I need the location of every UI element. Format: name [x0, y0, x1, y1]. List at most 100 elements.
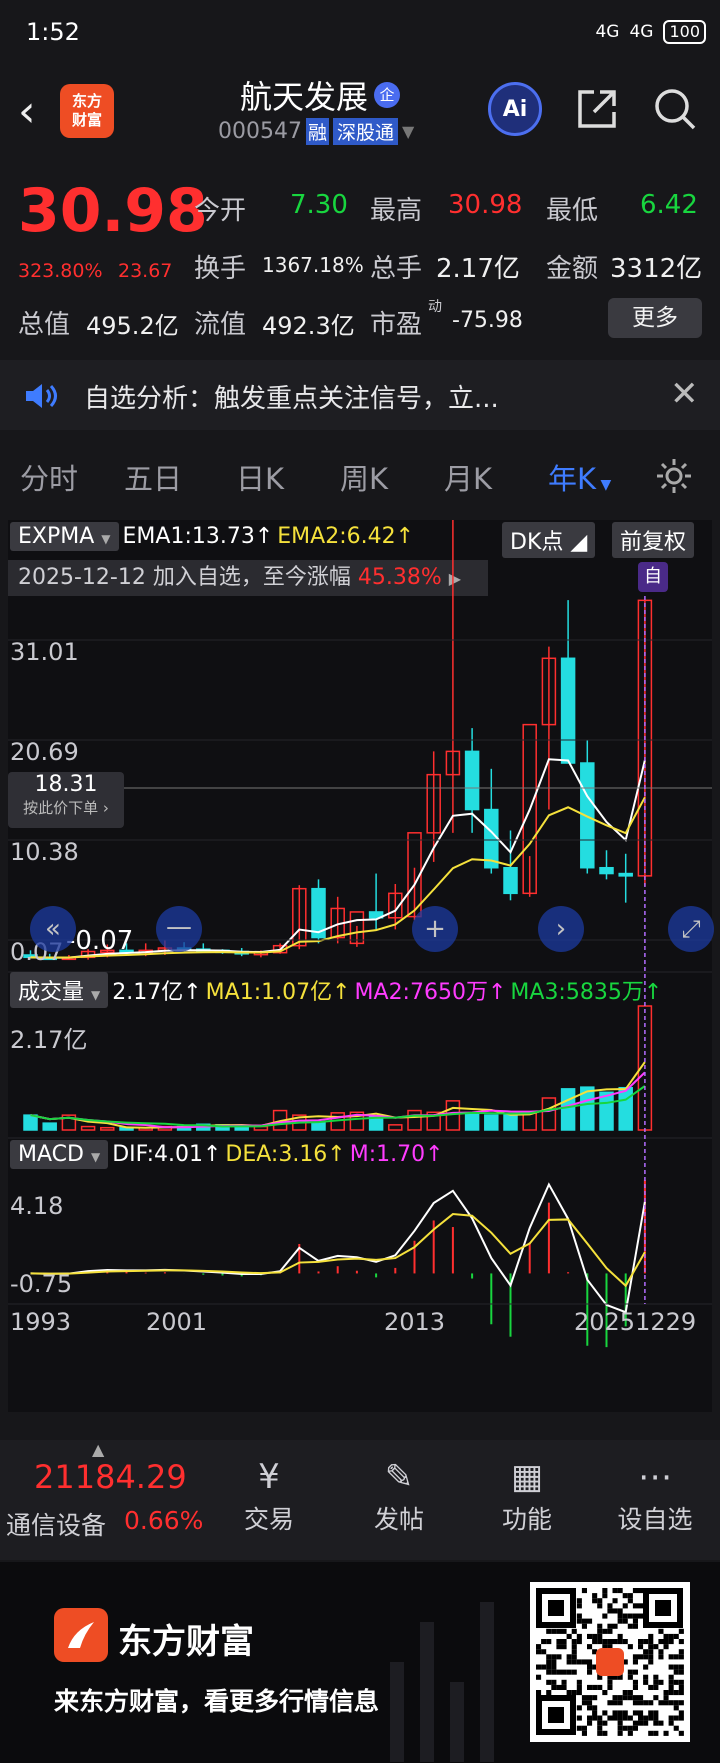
zoom-out-icon[interactable]: —: [156, 906, 202, 952]
quote-panel: 30.98 323.80% 23.67 今开 7.30 最高 30.98 最低 …: [0, 168, 720, 348]
qr-module: [658, 1639, 664, 1645]
qr-module: [632, 1654, 638, 1660]
qr-module: [597, 1633, 603, 1639]
qr-module: [592, 1593, 598, 1599]
volume-ma1: MA1:1.07亿↑: [205, 980, 351, 1005]
qr-module: [602, 1593, 608, 1599]
qr-module: [556, 1669, 562, 1675]
search-icon[interactable]: [650, 84, 700, 134]
qr-module: [576, 1633, 582, 1639]
candle-body: [560, 657, 576, 764]
qr-module: [587, 1720, 593, 1726]
chevron-down-icon: ▼: [596, 477, 612, 493]
open-label: 今开: [194, 196, 247, 226]
chevron-down-icon[interactable]: ▼: [402, 122, 414, 141]
qr-module: [561, 1628, 567, 1634]
index-value[interactable]: 21184.29: [34, 1458, 187, 1496]
back-icon[interactable]: ‹: [18, 86, 36, 137]
qr-module: [627, 1644, 633, 1650]
trade-button[interactable]: ¥ 交易: [214, 1454, 324, 1536]
qr-module: [551, 1654, 557, 1660]
qr-module: [632, 1588, 638, 1594]
qr-module: [587, 1715, 593, 1721]
qr-module: [668, 1679, 674, 1685]
qr-module: [678, 1690, 684, 1696]
turnover-label: 换手: [194, 254, 247, 284]
scroll-left-icon[interactable]: «: [30, 906, 76, 952]
zoom-in-icon[interactable]: +: [412, 906, 458, 952]
tab-five-day[interactable]: 五日: [124, 456, 182, 498]
scroll-right-icon[interactable]: ›: [538, 906, 584, 952]
index-name: 通信设备: [6, 1511, 107, 1540]
qr-module: [546, 1664, 552, 1670]
qr-module: [638, 1715, 644, 1721]
share-icon[interactable]: [572, 84, 622, 134]
qr-module: [627, 1623, 633, 1629]
qr-module: [551, 1679, 557, 1685]
fullscreen-icon[interactable]: ⤢: [668, 906, 714, 952]
brand-name: 东方财富: [118, 1622, 254, 1662]
app-logo[interactable]: 东方 财富: [60, 84, 114, 138]
function-button[interactable]: ▦ 功能: [472, 1454, 582, 1536]
qr-module: [617, 1618, 623, 1624]
crosshair-price-box[interactable]: 18.31 按此价下单 ›: [8, 772, 124, 828]
bottom-toolbar: ▲ 21184.29 通信设备 0.66% ¥ 交易 ✎ 发帖 ▦ 功能 ⋯ 设…: [0, 1440, 720, 1560]
tab-monthly[interactable]: 月K: [444, 456, 492, 498]
qr-logo: [596, 1648, 624, 1676]
more-button[interactable]: 更多: [608, 298, 702, 338]
qr-module: [627, 1613, 633, 1619]
volume-select[interactable]: 成交量 ▼: [10, 972, 109, 1008]
qr-module: [597, 1720, 603, 1726]
qr-module: [622, 1725, 628, 1731]
qr-module: [602, 1639, 608, 1645]
qr-module: [627, 1730, 633, 1736]
qr-module: [648, 1644, 654, 1650]
macd-y-top: 4.18: [10, 1192, 64, 1220]
qr-module: [607, 1679, 613, 1685]
close-icon[interactable]: ✕: [670, 374, 699, 414]
qr-module: [632, 1679, 638, 1685]
amount-label: 金额: [546, 254, 599, 284]
qr-module: [627, 1690, 633, 1696]
qr-module: [617, 1700, 623, 1706]
qr-module: [673, 1633, 679, 1639]
ai-button[interactable]: Ai: [488, 82, 542, 136]
qr-module: [653, 1674, 659, 1680]
grid-icon: ▦: [510, 1457, 544, 1497]
qr-module: [576, 1598, 582, 1604]
qr-module: [632, 1720, 638, 1726]
qr-module: [653, 1720, 659, 1726]
qr-module: [551, 1669, 557, 1675]
add-watchlist-button[interactable]: ⋯ 设自选: [600, 1454, 710, 1536]
qr-module: [638, 1695, 644, 1701]
post-button[interactable]: ✎ 发帖: [344, 1454, 454, 1536]
qr-module: [617, 1695, 623, 1701]
kline-chart-area[interactable]: EXPMA ▼ EMA1:13.73↑ EMA2:6.42↑ DK点 ◢ 前复权…: [8, 520, 714, 1412]
tab-weekly[interactable]: 周K: [340, 456, 388, 498]
y-label-3: 10.38: [10, 838, 79, 866]
qr-module: [638, 1613, 644, 1619]
qr-module: [632, 1710, 638, 1716]
tab-daily[interactable]: 日K: [236, 456, 284, 498]
qr-module: [643, 1664, 649, 1670]
gear-icon[interactable]: [654, 456, 694, 496]
qr-module: [607, 1603, 613, 1609]
tab-intraday[interactable]: 分时: [20, 456, 78, 498]
candle-body: [503, 866, 518, 895]
qr-module: [566, 1690, 572, 1696]
qr-module: [612, 1598, 618, 1604]
qr-module: [643, 1715, 649, 1721]
brand-logo-icon: [54, 1608, 108, 1662]
qr-module: [663, 1690, 669, 1696]
qr-module: [571, 1639, 577, 1645]
macd-select[interactable]: MACD ▼: [10, 1140, 109, 1169]
period-tabs: 分时 五日 日K 周K 月K 年K ▼: [0, 444, 720, 508]
volume-bar: [560, 1088, 576, 1131]
chevron-up-icon[interactable]: ▲: [92, 1440, 104, 1459]
tab-yearly[interactable]: 年K ▼: [548, 456, 611, 498]
macd-header: MACD ▼ DIF:4.01↑ DEA:3.16↑ M:1.70↑: [10, 1140, 444, 1169]
pe-superscript: 动: [428, 299, 442, 315]
edit-icon: ✎: [384, 1457, 414, 1497]
notice-banner[interactable]: 自选分析：触发重点关注信号，立... ✕: [0, 360, 720, 430]
qr-module: [597, 1730, 603, 1736]
